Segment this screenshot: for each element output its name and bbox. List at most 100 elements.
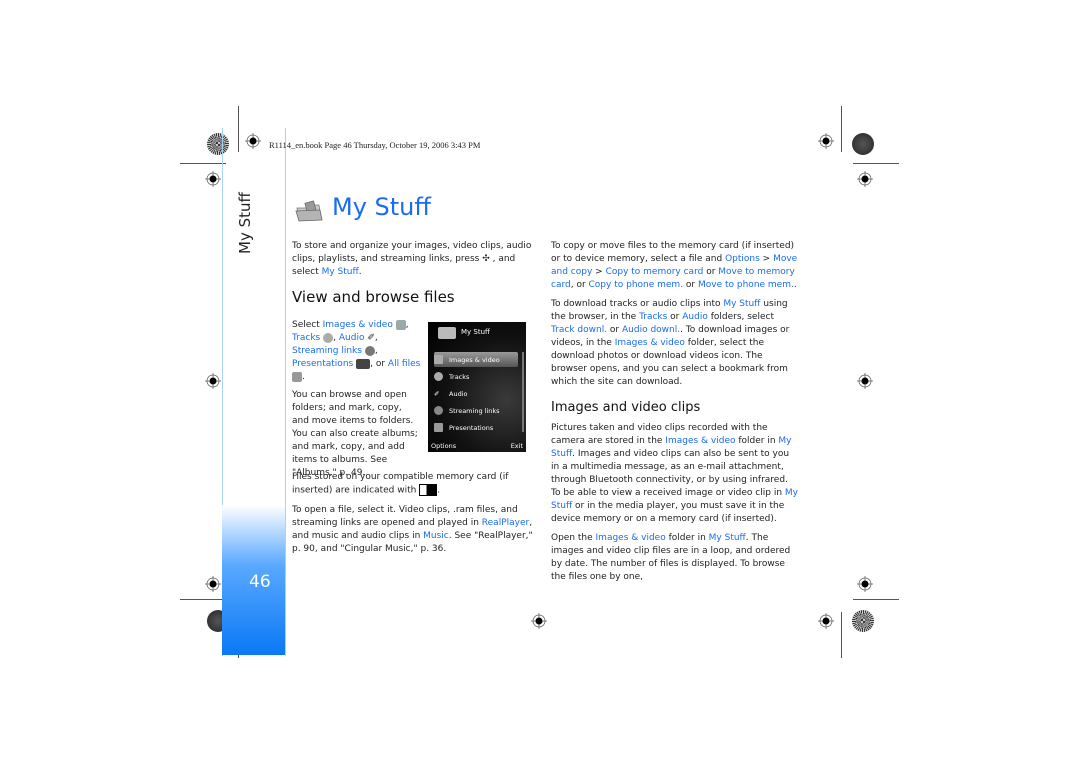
section-heading-images-video-clips: Images and video clips — [551, 400, 701, 415]
text: Open the — [551, 533, 596, 543]
link-my-stuff[interactable]: My Stuff — [709, 533, 746, 543]
images-video-icon — [434, 355, 443, 364]
book-header: R1114_en.book Page 46 Thursday, October … — [269, 140, 481, 150]
crop-mark — [180, 163, 226, 164]
registration-disc-top-right — [852, 133, 874, 155]
registration-target-icon — [205, 373, 221, 389]
link-my-stuff[interactable]: My Stuff — [322, 267, 359, 277]
select-list: Select Images & video , Tracks , Audio ✐… — [292, 319, 422, 384]
registration-target-icon — [857, 576, 873, 592]
registration-target-icon — [857, 373, 873, 389]
link-audio[interactable]: Audio — [339, 333, 365, 343]
link-images-video[interactable]: Images & video — [596, 533, 666, 543]
phone-screenshot: My Stuff Images & video Tracks ✐ Audio St… — [428, 322, 526, 452]
intro-paragraph: To store and organize your images, video… — [292, 240, 537, 279]
phone-menu-item[interactable]: Streaming links — [434, 403, 518, 418]
phone-menu-item[interactable]: Presentations — [434, 420, 518, 435]
browse-paragraph: You can browse and open folders; and mar… — [292, 390, 418, 478]
presentations-icon — [356, 358, 371, 369]
registration-disc-bottom-right — [852, 610, 874, 632]
text: Files stored on your compatible memory c… — [292, 472, 509, 496]
crop-mark — [853, 599, 899, 600]
text: To download tracks or audio clips into — [551, 299, 724, 309]
registration-target-icon — [205, 576, 221, 592]
link-audio[interactable]: Audio — [682, 312, 708, 322]
crop-mark — [841, 106, 842, 152]
text: Streaming links — [449, 406, 500, 415]
text: . — [302, 372, 305, 382]
page-title: My Stuff — [332, 193, 431, 221]
text: , — [374, 333, 378, 343]
open-file-paragraph: To open a file, select it. Video clips, … — [292, 504, 537, 556]
streaming-links-icon — [434, 406, 443, 415]
link-all-files[interactable]: All files — [388, 359, 420, 369]
page-number: 46 — [249, 572, 271, 592]
pictures-paragraph: Pictures taken and video clips recorded … — [551, 422, 799, 526]
link-copy-to-memory-card[interactable]: Copy to memory card — [606, 267, 704, 277]
link-presentations[interactable]: Presentations — [292, 359, 353, 369]
text: folder in — [735, 436, 779, 446]
crop-mark — [841, 612, 842, 658]
link-track-downl[interactable]: Track downl. — [551, 325, 607, 335]
text: Tracks — [449, 372, 470, 381]
link-tracks[interactable]: Tracks — [639, 312, 667, 322]
text: or — [703, 267, 719, 277]
presentations-icon — [434, 423, 443, 432]
sidebar-section-title: My Stuff — [236, 192, 254, 254]
folder-icon — [438, 327, 456, 339]
link-move-to-phone-mem[interactable]: Move to phone mem. — [698, 280, 794, 290]
memory-card-paragraph: Files stored on your compatible memory c… — [292, 471, 537, 498]
registration-target-icon — [531, 613, 547, 629]
scrollbar[interactable] — [522, 352, 524, 432]
link-realplayer[interactable]: RealPlayer — [482, 518, 529, 528]
text: folders, select — [707, 312, 774, 322]
link-copy-to-phone-mem[interactable]: Copy to phone mem. — [589, 280, 684, 290]
crop-mark — [853, 163, 899, 164]
registration-target-icon — [205, 171, 221, 187]
left-column-lower: Files stored on your compatible memory c… — [292, 471, 537, 562]
text: . Images and video clips can also be sen… — [551, 449, 790, 498]
phone-screen-title: My Stuff — [461, 328, 490, 336]
images-video-icon — [395, 319, 406, 330]
streaming-links-icon — [364, 345, 375, 356]
folder-icon — [295, 200, 323, 222]
text: or — [683, 280, 698, 290]
link-streaming-links[interactable]: Streaming links — [292, 346, 362, 356]
crop-mark — [180, 599, 226, 600]
text: Select — [292, 320, 323, 330]
tracks-icon — [434, 372, 443, 381]
text: Presentations — [449, 423, 494, 432]
section-heading-view-browse: View and browse files — [292, 288, 455, 306]
link-options[interactable]: Options — [725, 254, 760, 264]
text: , or — [370, 359, 386, 369]
phone-menu-item[interactable]: Tracks — [434, 369, 518, 384]
text: folder in — [665, 533, 709, 543]
text: > — [592, 267, 606, 277]
registration-target-icon — [857, 171, 873, 187]
text: , — [405, 320, 409, 330]
phone-menu-item[interactable]: ✐ Audio — [434, 386, 518, 401]
link-images-video[interactable]: Images & video — [665, 436, 735, 446]
copy-move-paragraph: To copy or move files to the memory card… — [551, 240, 799, 292]
right-softkey[interactable]: Exit — [511, 442, 523, 450]
phone-menu-item-selected[interactable]: Images & video — [434, 352, 518, 367]
memory-card-icon — [419, 484, 438, 496]
audio-icon: ✐ — [434, 389, 440, 398]
text: > — [759, 254, 774, 264]
text: or in the media player, you must save it… — [551, 501, 785, 524]
audio-icon: ✐ — [367, 333, 375, 343]
download-paragraph: To download tracks or audio clips into M… — [551, 298, 799, 389]
text: or — [607, 325, 622, 335]
link-music[interactable]: Music — [423, 531, 449, 541]
link-my-stuff[interactable]: My Stuff — [723, 299, 760, 309]
text: , — [374, 346, 378, 356]
text: , — [333, 333, 336, 343]
link-images-video[interactable]: Images & video — [615, 338, 685, 348]
text: . — [358, 267, 362, 277]
link-tracks[interactable]: Tracks — [292, 333, 320, 343]
left-softkey[interactable]: Options — [431, 442, 456, 450]
text: or — [667, 312, 683, 322]
text: . — [437, 485, 441, 496]
link-audio-downl[interactable]: Audio downl. — [622, 325, 680, 335]
link-images-video[interactable]: Images & video — [323, 320, 393, 330]
